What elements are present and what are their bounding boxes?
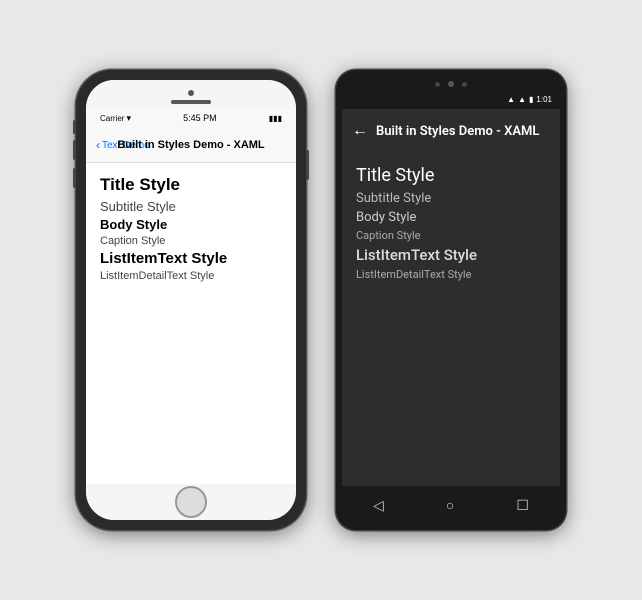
android-signal-icon: ▲ (518, 95, 526, 104)
android-screen: ▲ ▲ ▮ 1:01 ← Built in Styles Demo - XAML… (342, 76, 560, 524)
ios-style-caption: Caption Style (100, 235, 282, 247)
ios-style-listitem: ListItemText Style (100, 250, 282, 267)
android-toolbar: ← Built in Styles Demo - XAML (342, 109, 560, 153)
ios-vol-down (73, 168, 76, 188)
ios-style-title: Title Style (100, 175, 282, 195)
ios-vol-up (73, 140, 76, 160)
android-speaker2 (462, 82, 467, 87)
ios-speaker (171, 100, 211, 104)
ios-style-body: Body Style (100, 217, 282, 232)
android-time: 1:01 (536, 95, 552, 104)
android-style-listitem: ListItemText Style (356, 246, 546, 264)
android-recents-button[interactable]: ☐ (516, 497, 529, 514)
android-home-button[interactable]: ○ (446, 497, 454, 513)
ios-home-bar (86, 484, 296, 520)
android-style-body: Body Style (356, 210, 546, 225)
ios-camera (188, 90, 194, 96)
ios-top-bar: Carrier ▾ 5:45 PM ▮▮▮ ‹ Text Demo Built … (86, 108, 296, 163)
android-camera (448, 81, 454, 87)
ios-style-subtitle: Subtitle Style (100, 199, 282, 214)
ios-content: Title Style Subtitle Style Body Style Ca… (86, 163, 296, 484)
android-toolbar-title: Built in Styles Demo - XAML (376, 124, 550, 139)
android-battery-icon: ▮ (529, 95, 533, 104)
android-nav-bar: ◁ ○ ☐ (342, 486, 560, 524)
ios-device: Carrier ▾ 5:45 PM ▮▮▮ ‹ Text Demo Built … (76, 70, 306, 530)
android-wifi-icon: ▲ (507, 95, 515, 104)
android-camera-area (342, 76, 560, 89)
ios-screen: Carrier ▾ 5:45 PM ▮▮▮ ‹ Text Demo Built … (86, 80, 296, 520)
android-back-nav-button[interactable]: ◁ (373, 497, 384, 514)
android-style-subtitle: Subtitle Style (356, 191, 546, 206)
ios-nav-title: Built in Styles Demo - XAML (117, 139, 264, 151)
android-style-listdetail: ListItemDetailText Style (356, 268, 546, 281)
ios-power-button (306, 150, 309, 180)
ios-silent-switch (73, 120, 76, 134)
ios-battery: ▮▮▮ (269, 114, 282, 123)
android-status-icons: ▲ ▲ ▮ 1:01 (507, 95, 552, 104)
ios-time: 5:45 PM (183, 113, 217, 123)
android-back-button[interactable]: ← (352, 122, 368, 140)
android-status-bar: ▲ ▲ ▮ 1:01 (342, 89, 560, 109)
android-style-title: Title Style (356, 165, 546, 186)
ios-home-button[interactable] (175, 486, 207, 518)
android-device: ▲ ▲ ▮ 1:01 ← Built in Styles Demo - XAML… (336, 70, 566, 530)
ios-back-chevron-icon: ‹ (96, 139, 100, 151)
android-speaker (435, 82, 440, 87)
ios-style-listdetail: ListItemDetailText Style (100, 270, 282, 282)
ios-carrier: Carrier ▾ (100, 113, 131, 124)
ios-nav-bar: ‹ Text Demo Built in Styles Demo - XAML (96, 128, 286, 162)
ios-status-bar: Carrier ▾ 5:45 PM ▮▮▮ (96, 108, 286, 128)
android-style-caption: Caption Style (356, 229, 546, 242)
ios-wifi-icon: ▾ (126, 113, 131, 124)
android-content: Title Style Subtitle Style Body Style Ca… (342, 153, 560, 486)
